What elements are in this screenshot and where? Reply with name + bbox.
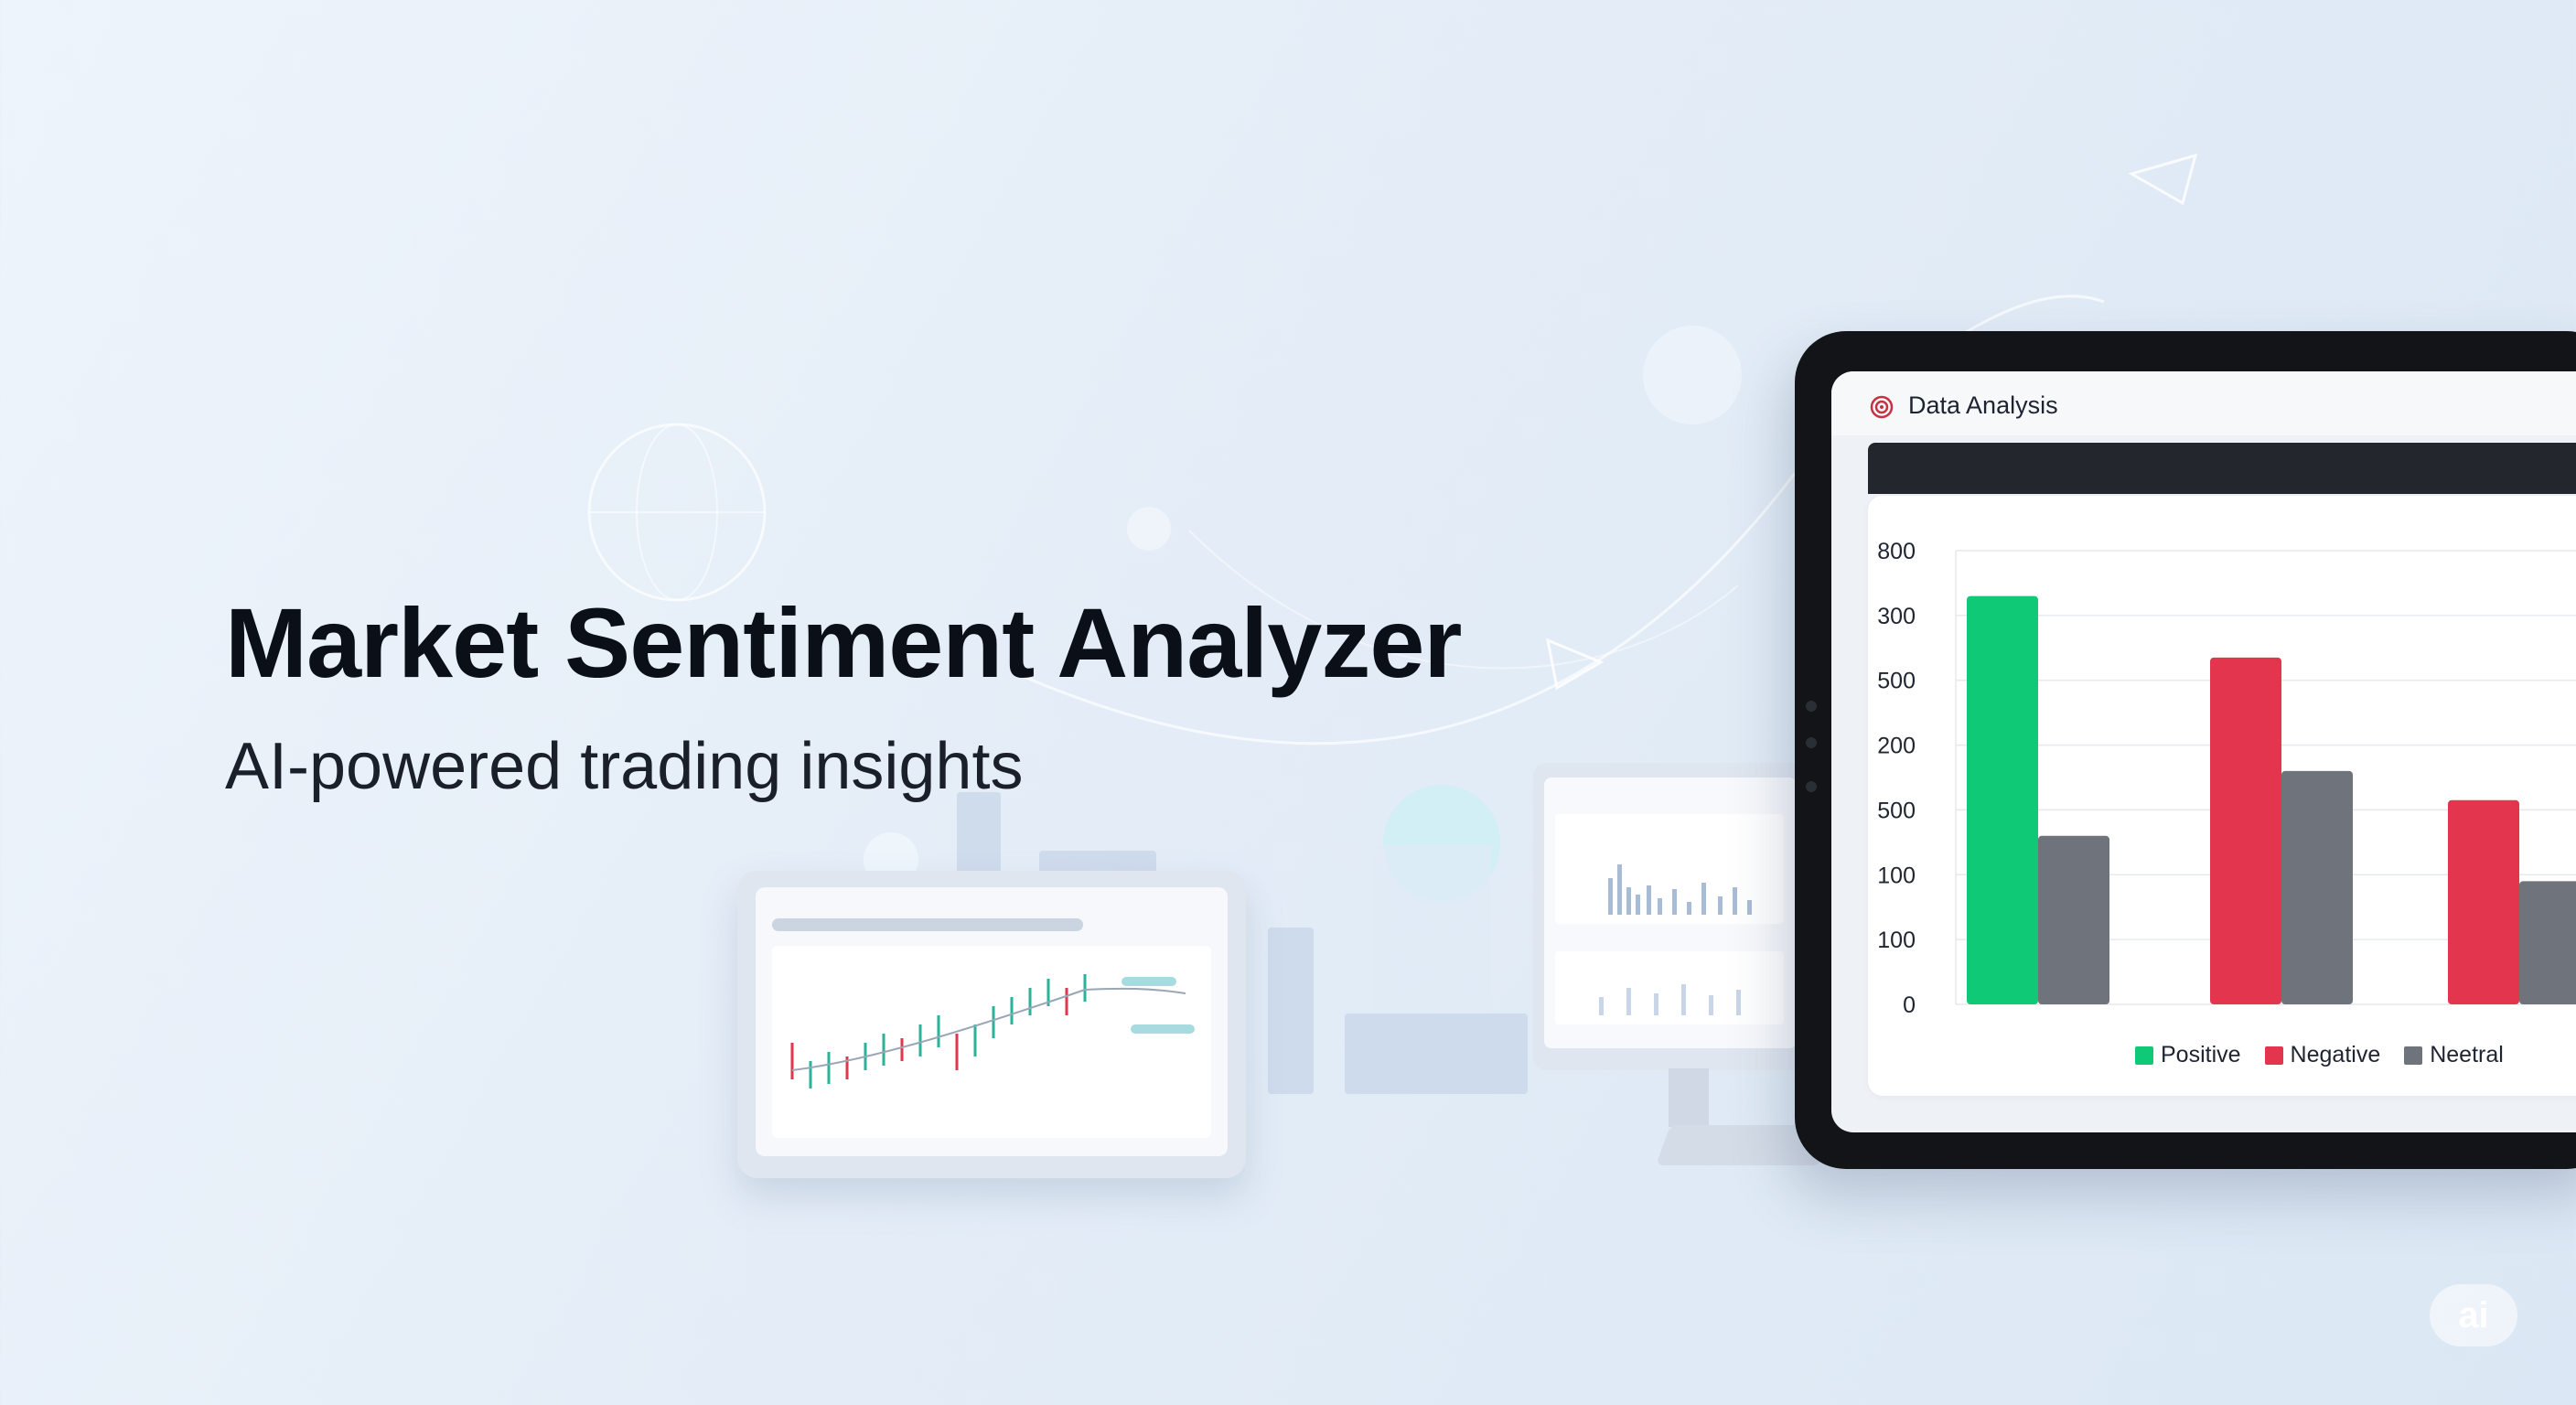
- y-tick-label: 0: [1903, 992, 1916, 1018]
- y-tick-label: 100: [1877, 863, 1916, 888]
- y-tick-label: 800: [1877, 539, 1916, 564]
- hero-subtitle: AI-powered trading insights: [225, 730, 1024, 803]
- camera-dot: [1806, 701, 1817, 712]
- y-tick-label: 100: [1877, 928, 1916, 953]
- candlestick-screen: [756, 887, 1228, 1156]
- camera-dot: [1806, 737, 1817, 748]
- skyline-block: [1268, 928, 1314, 1094]
- ai-badge: ai: [2430, 1284, 2517, 1346]
- target-icon: [1870, 395, 1894, 419]
- legend-item: Neetral: [2404, 1042, 2504, 1068]
- main-tablet-device: Data Analysis 800 300 500 200 500 100 100 0 Pos…: [1795, 331, 2576, 1169]
- camera-dot: [1806, 781, 1817, 792]
- sentiment-bar-chart-card: 800 300 500 200 500 100 100 0 Positive Negative N…: [1868, 496, 2576, 1096]
- monitor-screen: [1544, 778, 1797, 1048]
- legend-swatch: [2264, 1046, 2283, 1065]
- y-tick-label: 500: [1877, 798, 1916, 823]
- bar-neetral: [2038, 835, 2109, 1004]
- legend-label: Negative: [2290, 1042, 2381, 1067]
- skyline-block: [1345, 1014, 1528, 1094]
- skyline-block: [1372, 845, 1491, 1010]
- legend-item: Positive: [2135, 1042, 2241, 1068]
- legend-swatch: [2135, 1046, 2153, 1065]
- monitor-stand: [1669, 1068, 1709, 1127]
- candlestick-chart-thumbnail: [772, 918, 1211, 1138]
- chart-legend: Positive Negative Neetral: [2135, 1042, 2504, 1068]
- tablet-screen: Data Analysis 800 300 500 200 500 100 100 0 Pos…: [1831, 371, 2576, 1132]
- bar-neetral: [2281, 770, 2353, 1004]
- bar-neetral: [2519, 881, 2576, 1004]
- bar-negative: [2210, 657, 2281, 1004]
- app-title: Data Analysis: [1908, 391, 2058, 419]
- small-tablet-device: [737, 871, 1246, 1178]
- app-header: Data Analysis: [1831, 371, 2576, 435]
- legend-label: Positive: [2161, 1042, 2241, 1067]
- legend-label: Neetral: [2430, 1042, 2504, 1067]
- y-tick-label: 300: [1877, 604, 1916, 629]
- sentiment-bar-chart: 800 300 500 200 500 100 100 0: [1877, 539, 2576, 1018]
- y-tick-label: 500: [1877, 669, 1916, 694]
- legend-item: Negative: [2264, 1042, 2381, 1068]
- bar-positive: [1967, 595, 2038, 1004]
- monitor-chart-thumbnail: [1555, 814, 1784, 1024]
- toolbar-bar: [1868, 443, 2576, 494]
- monitor-device: [1533, 763, 1808, 1070]
- hero-title: Market Sentiment Analyzer: [225, 587, 1462, 698]
- bar-negative: [2448, 799, 2519, 1004]
- y-tick-label: 200: [1877, 734, 1916, 759]
- hero-section: Market Sentiment Analyzer AI-powered tra…: [225, 585, 1462, 804]
- legend-swatch: [2404, 1046, 2423, 1065]
